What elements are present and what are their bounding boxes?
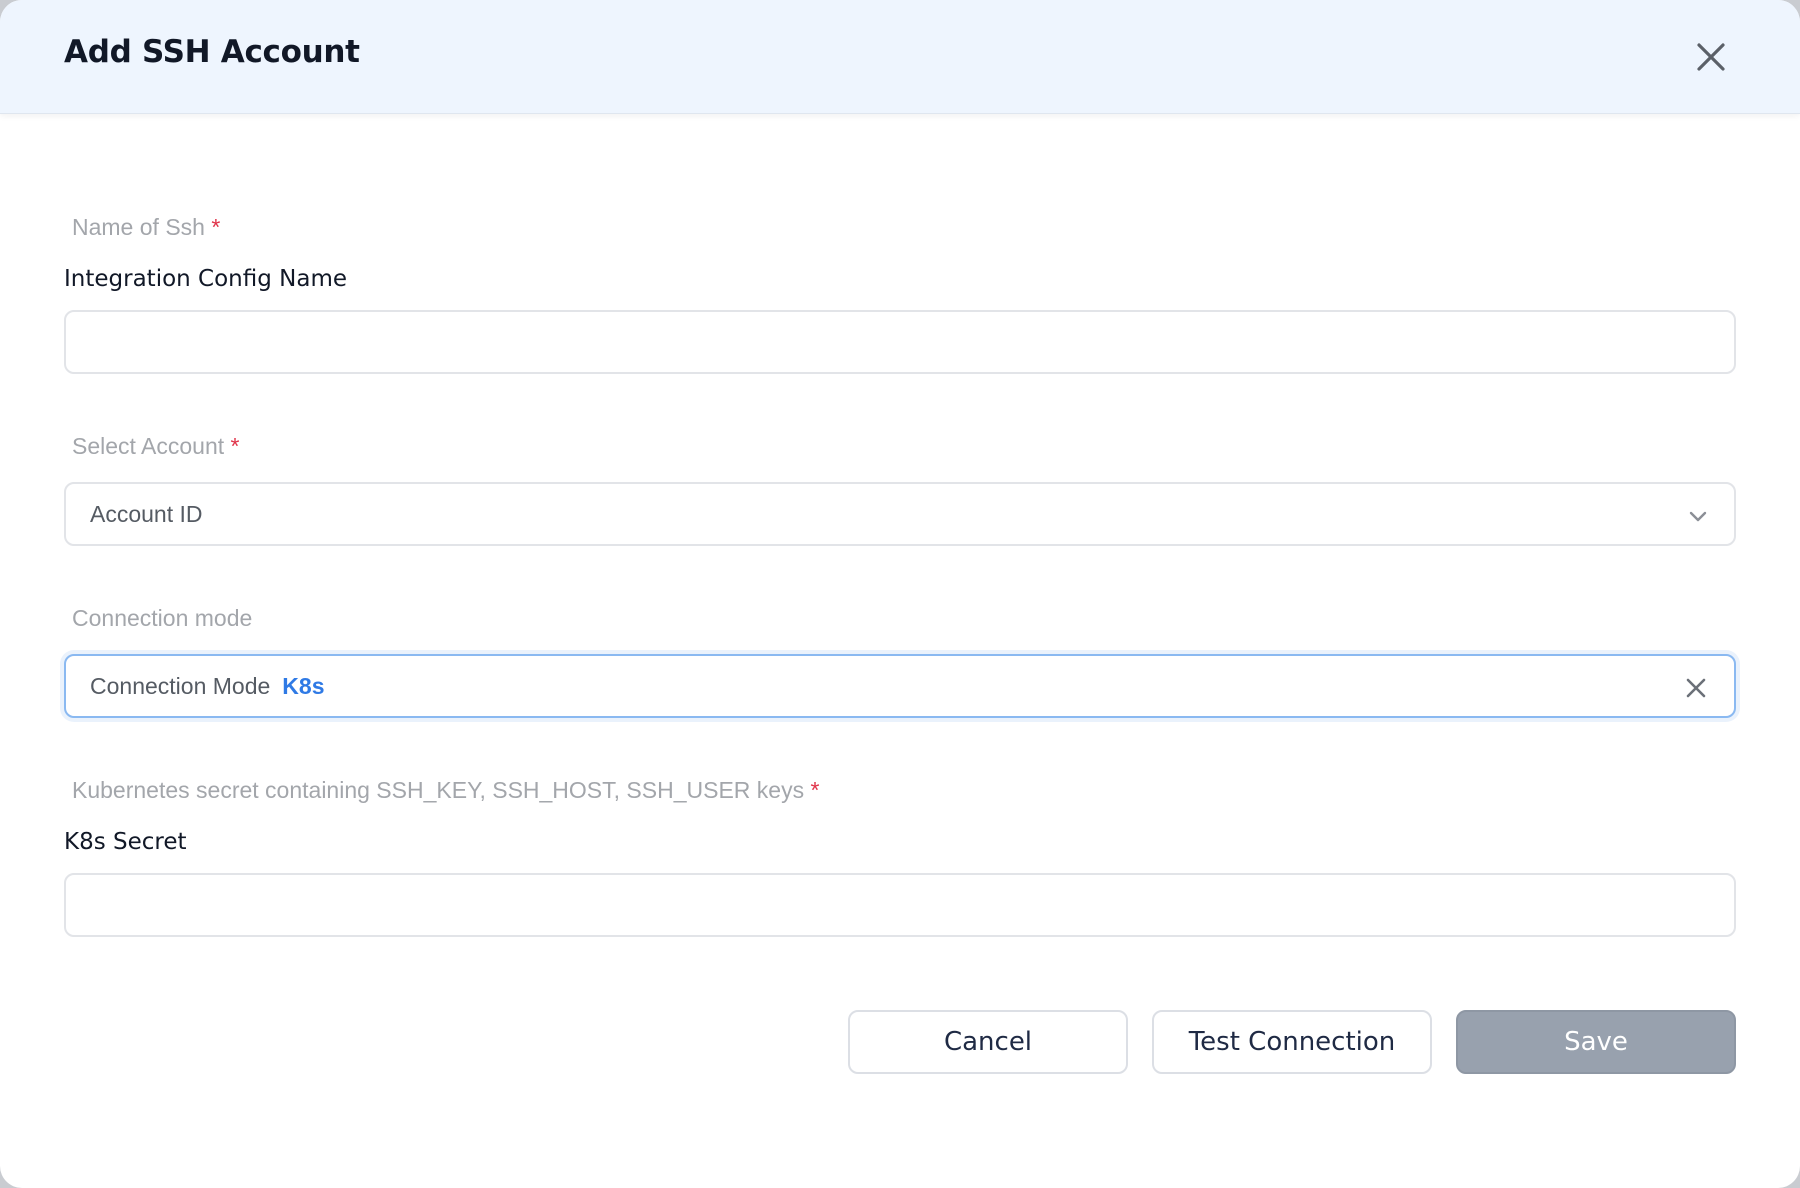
- chevron-down-icon: [1684, 502, 1712, 530]
- integration-config-name-input[interactable]: [64, 310, 1736, 374]
- account-caption-text: Select Account: [72, 433, 225, 459]
- required-mark: *: [230, 433, 240, 459]
- modal-title: Add SSH Account: [64, 34, 360, 70]
- k8s-secret-caption: Kubernetes secret containing SSH_KEY, SS…: [72, 777, 819, 804]
- cancel-button[interactable]: Cancel: [848, 1010, 1128, 1074]
- clear-icon: [1686, 678, 1706, 698]
- required-mark: *: [810, 777, 820, 803]
- test-connection-button[interactable]: Test Connection: [1152, 1010, 1432, 1074]
- close-icon: [1697, 43, 1725, 71]
- k8s-secret-input[interactable]: [64, 873, 1736, 937]
- modal-header: Add SSH Account: [0, 0, 1800, 114]
- name-caption-text: Name of Ssh: [72, 214, 205, 240]
- k8s-secret-label: K8s Secret: [64, 829, 187, 855]
- name-caption: Name of Ssh *: [72, 214, 220, 241]
- clear-selection-button[interactable]: [1682, 674, 1710, 702]
- integration-config-name-label: Integration Config Name: [64, 266, 348, 292]
- account-select[interactable]: Account ID: [64, 482, 1736, 546]
- account-select-value: Account ID: [90, 500, 203, 527]
- save-button[interactable]: Save: [1456, 1010, 1736, 1074]
- k8s-secret-caption-text: Kubernetes secret containing SSH_KEY, SS…: [72, 777, 805, 803]
- connection-mode-caption-text: Connection mode: [72, 605, 253, 631]
- connection-mode-caption: Connection mode: [72, 605, 252, 632]
- account-caption: Select Account *: [72, 433, 240, 460]
- required-mark: *: [211, 214, 221, 240]
- add-ssh-account-modal: Add SSH Account Name of Ssh * Integratio…: [0, 0, 1800, 1188]
- connection-mode-select[interactable]: Connection Mode K8s: [64, 654, 1736, 718]
- close-button[interactable]: [1688, 34, 1734, 80]
- connection-mode-value: K8s: [282, 672, 325, 699]
- connection-mode-label: Connection Mode: [90, 672, 271, 699]
